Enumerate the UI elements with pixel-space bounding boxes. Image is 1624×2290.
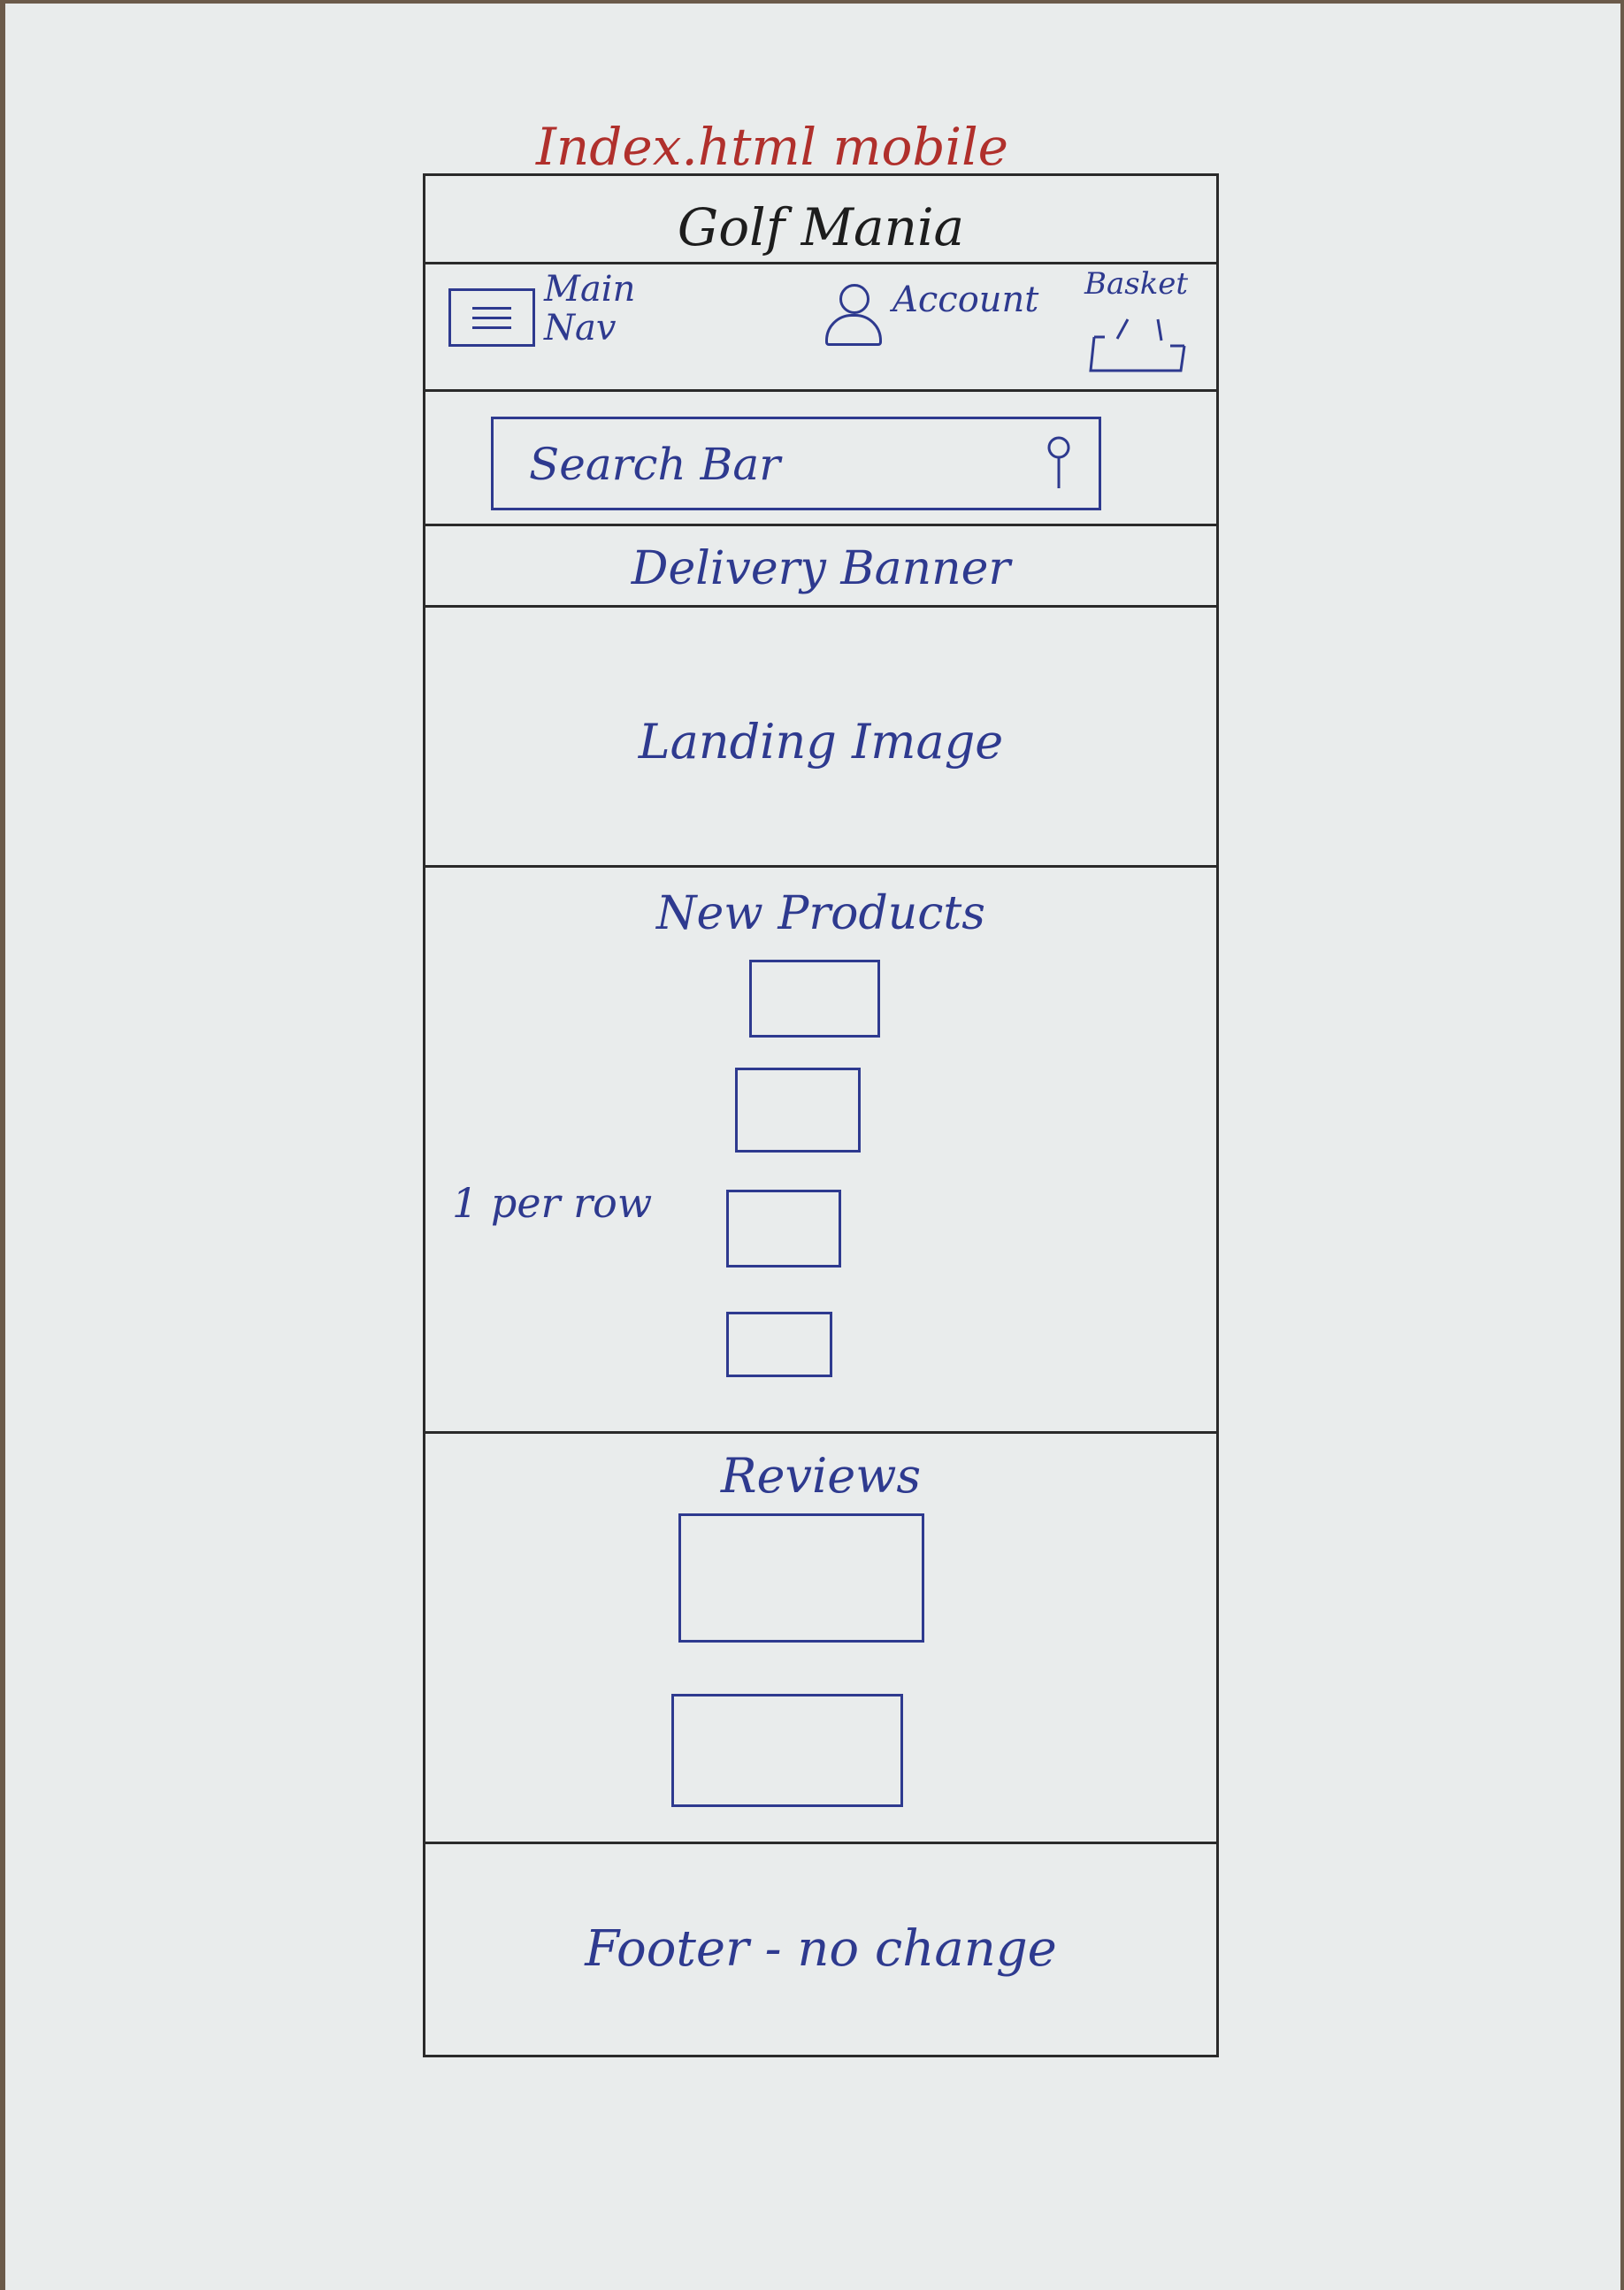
landing-image-label: Landing Image	[638, 714, 1004, 770]
search-placeholder: Search Bar	[529, 439, 781, 490]
search-icon[interactable]	[1046, 435, 1072, 492]
brand-header: Golf Mania	[425, 176, 1216, 264]
new-products-title: New Products	[656, 887, 985, 940]
basket-icon	[1089, 318, 1186, 372]
delivery-banner: Delivery Banner	[425, 526, 1216, 608]
account-icon	[822, 284, 884, 348]
main-nav-label-line2: Nav	[544, 308, 617, 348]
footer-label: Footer - no change	[585, 1920, 1057, 1978]
delivery-banner-label: Delivery Banner	[631, 542, 1011, 595]
landing-image: Landing Image	[425, 608, 1216, 868]
basket-label: Basket	[1084, 266, 1189, 302]
brand-title: Golf Mania	[677, 197, 965, 257]
nav-row: Main Nav Account Basket	[425, 264, 1216, 392]
main-nav-button[interactable]: Main Nav	[448, 270, 635, 348]
product-card-placeholder[interactable]	[726, 1312, 832, 1377]
sheet-title: Index.html mobile	[536, 117, 1008, 177]
paper-sheet: Index.html mobile Golf Mania Main Nav Ac…	[5, 4, 1620, 2290]
account-label: Account	[892, 280, 1039, 320]
new-products-section: New Products 1 per row	[425, 868, 1216, 1434]
main-nav-label: Main Nav	[544, 270, 635, 348]
menu-icon	[448, 288, 535, 347]
reviews-title: Reviews	[720, 1448, 922, 1504]
product-card-placeholder[interactable]	[735, 1068, 861, 1153]
account-button[interactable]: Account	[822, 280, 1038, 348]
search-input[interactable]: Search Bar	[491, 417, 1101, 510]
main-nav-label-line1: Main	[544, 269, 636, 310]
layout-note: 1 per row	[452, 1179, 653, 1227]
mobile-wireframe-frame: Golf Mania Main Nav Account Basket Searc…	[423, 173, 1219, 2057]
product-card-placeholder[interactable]	[749, 960, 880, 1038]
reviews-section: Reviews	[425, 1434, 1216, 1844]
footer: Footer - no change	[425, 1844, 1216, 2055]
review-card-placeholder	[671, 1694, 903, 1807]
product-card-placeholder[interactable]	[726, 1190, 841, 1268]
search-row: Search Bar	[425, 392, 1216, 526]
review-card-placeholder	[678, 1513, 924, 1643]
